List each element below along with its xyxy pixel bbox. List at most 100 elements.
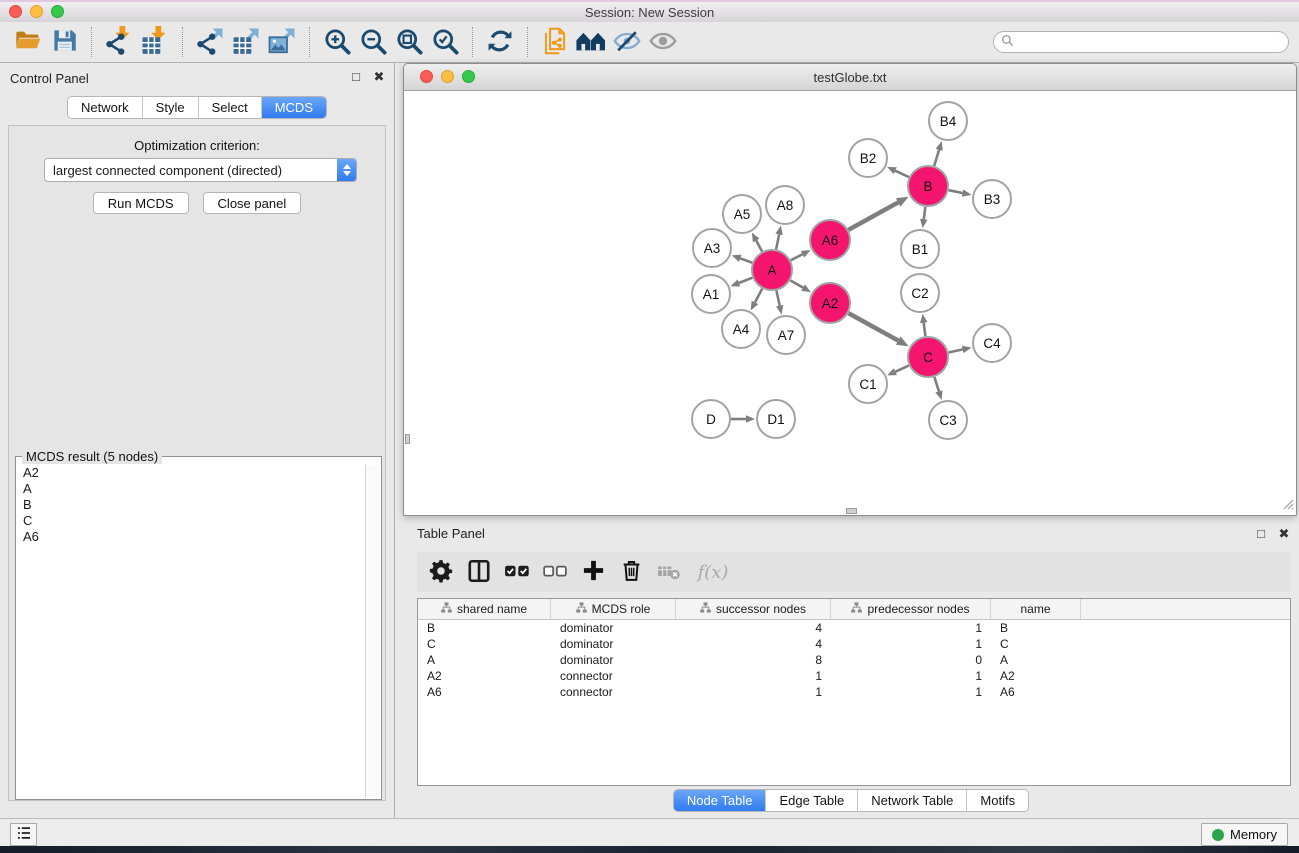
- float-table-panel-icon[interactable]: □: [1254, 527, 1268, 541]
- column-header-shared-name[interactable]: shared name: [418, 599, 551, 619]
- open-file-button[interactable]: [10, 24, 46, 60]
- graph-node-D1[interactable]: D1: [757, 400, 795, 438]
- cell-shared-name[interactable]: C: [418, 637, 551, 651]
- export-image-button[interactable]: [264, 24, 300, 60]
- export-table-button[interactable]: [228, 24, 264, 60]
- mcds-list-scrollbar[interactable]: [365, 465, 380, 798]
- memory-button[interactable]: Memory: [1201, 823, 1288, 846]
- cell-predecessor-nodes[interactable]: 1: [831, 669, 991, 683]
- cell-successor-nodes[interactable]: 1: [676, 685, 831, 699]
- cell-predecessor-nodes[interactable]: 1: [831, 621, 991, 635]
- graph-node-A6[interactable]: A6: [810, 220, 850, 260]
- mcds-result-item[interactable]: A6: [17, 529, 366, 545]
- cell-successor-nodes[interactable]: 1: [676, 669, 831, 683]
- zoom-fit-content-button[interactable]: [391, 24, 427, 60]
- hide-unhide-button[interactable]: [609, 24, 645, 60]
- create-column-button[interactable]: [577, 556, 609, 588]
- search-input[interactable]: [1019, 34, 1281, 50]
- zoom-in-button[interactable]: [319, 24, 355, 60]
- horizontal-scroll-thumb[interactable]: [846, 508, 857, 514]
- close-panel-icon[interactable]: ✖: [372, 70, 386, 84]
- cell-shared-name[interactable]: B: [418, 621, 551, 635]
- cell-name[interactable]: B: [991, 621, 1081, 635]
- graph-node-A7[interactable]: A7: [767, 316, 805, 354]
- tab-network[interactable]: Network: [68, 97, 142, 118]
- table-row[interactable]: Adominator80A: [418, 652, 1290, 668]
- tab-network-table[interactable]: Network Table: [857, 790, 966, 811]
- graph-node-C1[interactable]: C1: [849, 365, 887, 403]
- zoom-window-icon[interactable]: [51, 5, 64, 18]
- graph-node-B2[interactable]: B2: [849, 139, 887, 177]
- mcds-result-item[interactable]: B: [17, 497, 366, 513]
- graph-node-A8[interactable]: A8: [766, 186, 804, 224]
- minimize-window-icon[interactable]: [30, 5, 43, 18]
- tab-edge-table[interactable]: Edge Table: [765, 790, 857, 811]
- cell-successor-nodes[interactable]: 4: [676, 637, 831, 651]
- graph-node-B[interactable]: B: [908, 166, 948, 206]
- graph-node-B4[interactable]: B4: [929, 102, 967, 140]
- network-window-titlebar[interactable]: testGlobe.txt: [404, 64, 1296, 91]
- table-row[interactable]: A6connector11A6: [418, 684, 1290, 700]
- cell-shared-name[interactable]: A6: [418, 685, 551, 699]
- graph-node-A5[interactable]: A5: [723, 195, 761, 233]
- column-header-successor-nodes[interactable]: successor nodes: [676, 599, 831, 619]
- export-network-button[interactable]: [192, 24, 228, 60]
- graph-node-C[interactable]: C: [908, 337, 948, 377]
- zoom-out-button[interactable]: [355, 24, 391, 60]
- tab-select[interactable]: Select: [198, 97, 261, 118]
- close-table-panel-icon[interactable]: ✖: [1277, 527, 1291, 541]
- cell-name[interactable]: C: [991, 637, 1081, 651]
- cell-MCDS-role[interactable]: dominator: [551, 653, 676, 667]
- tab-mcds[interactable]: MCDS: [261, 97, 326, 118]
- cell-MCDS-role[interactable]: dominator: [551, 637, 676, 651]
- cell-MCDS-role[interactable]: dominator: [551, 621, 676, 635]
- network-canvas[interactable]: B4B2BB3A8A5A6A3B1AC2A1A2A4A7C4CC1DD1C3: [405, 91, 1295, 514]
- graph-node-C3[interactable]: C3: [929, 401, 967, 439]
- mcds-result-item[interactable]: C: [17, 513, 366, 529]
- column-header-predecessor-nodes[interactable]: predecessor nodes: [831, 599, 991, 619]
- cell-name[interactable]: A2: [991, 669, 1081, 683]
- table-row[interactable]: Cdominator41C: [418, 636, 1290, 652]
- graph-node-C2[interactable]: C2: [901, 274, 939, 312]
- zoom-selected-button[interactable]: [427, 24, 463, 60]
- graph-node-A4[interactable]: A4: [722, 310, 760, 348]
- save-session-button[interactable]: [46, 24, 82, 60]
- cell-MCDS-role[interactable]: connector: [551, 685, 676, 699]
- column-header-name[interactable]: name: [991, 599, 1081, 619]
- delete-columns-button[interactable]: [615, 556, 647, 588]
- tab-style[interactable]: Style: [142, 97, 198, 118]
- cell-name[interactable]: A6: [991, 685, 1081, 699]
- graph-node-B1[interactable]: B1: [901, 230, 939, 268]
- cell-predecessor-nodes[interactable]: 1: [831, 685, 991, 699]
- zoom-network-window-icon[interactable]: [462, 70, 475, 83]
- table-settings-button[interactable]: [425, 556, 457, 588]
- graph-node-B3[interactable]: B3: [973, 180, 1011, 218]
- deselect-all-rows-button[interactable]: [539, 556, 571, 588]
- vertical-scroll-thumb[interactable]: [405, 434, 410, 444]
- cell-successor-nodes[interactable]: 4: [676, 621, 831, 635]
- graph-node-C4[interactable]: C4: [973, 324, 1011, 362]
- resize-grip-icon[interactable]: [1280, 496, 1294, 513]
- task-history-button[interactable]: [10, 823, 37, 846]
- minimize-network-window-icon[interactable]: [441, 70, 454, 83]
- tab-node-table[interactable]: Node Table: [674, 790, 766, 811]
- cell-successor-nodes[interactable]: 8: [676, 653, 831, 667]
- run-mcds-button[interactable]: Run MCDS: [93, 192, 189, 214]
- mcds-result-item[interactable]: A2: [17, 465, 366, 481]
- toggle-columns-button[interactable]: [463, 556, 495, 588]
- cell-shared-name[interactable]: A: [418, 653, 551, 667]
- graph-node-A2[interactable]: A2: [810, 283, 850, 323]
- cell-MCDS-role[interactable]: connector: [551, 669, 676, 683]
- select-all-rows-button[interactable]: [501, 556, 533, 588]
- close-window-icon[interactable]: [9, 5, 22, 18]
- cell-shared-name[interactable]: A2: [418, 669, 551, 683]
- import-table-button[interactable]: [137, 24, 173, 60]
- network-document-button[interactable]: [537, 24, 573, 60]
- graph-node-A[interactable]: A: [752, 250, 792, 290]
- cell-predecessor-nodes[interactable]: 1: [831, 637, 991, 651]
- criterion-select[interactable]: largest connected component (directed): [44, 158, 357, 182]
- graph-node-A3[interactable]: A3: [693, 229, 731, 267]
- home-views-button[interactable]: [573, 24, 609, 60]
- graph-node-A1[interactable]: A1: [692, 275, 730, 313]
- table-row[interactable]: Bdominator41B: [418, 620, 1290, 636]
